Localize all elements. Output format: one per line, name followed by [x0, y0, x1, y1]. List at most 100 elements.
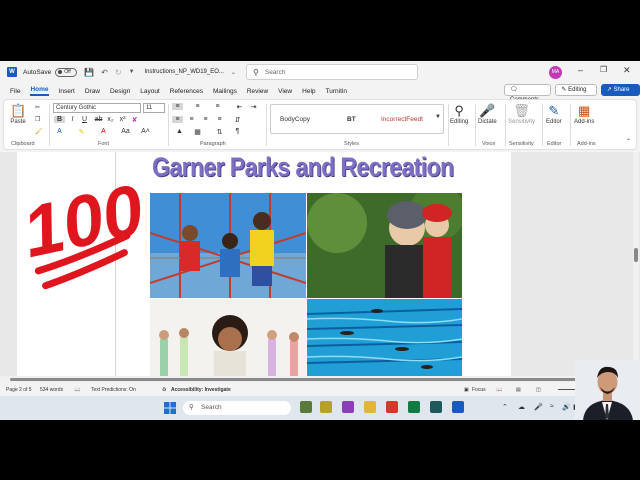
tab-layout[interactable]: Layout	[140, 88, 160, 95]
tab-insert[interactable]: Insert	[59, 88, 75, 95]
close-icon[interactable]: ✕	[623, 65, 631, 76]
wifi-icon[interactable]: ≈	[550, 403, 554, 410]
tab-draw[interactable]: Draw	[85, 88, 100, 95]
word-count[interactable]: 534 words	[40, 387, 63, 393]
read-mode-icon[interactable]: 📖	[496, 387, 502, 393]
tab-mailings[interactable]: Mailings	[213, 88, 237, 95]
web-layout-icon[interactable]: ◫	[536, 387, 541, 393]
word-taskbar-icon[interactable]	[452, 401, 464, 413]
line-spacing-button[interactable]: ⇵	[232, 116, 243, 124]
tab-help[interactable]: Help	[302, 88, 315, 95]
format-painter-icon[interactable]: 🖌	[35, 128, 43, 135]
minimize-icon[interactable]: –	[578, 65, 583, 75]
align-left-button[interactable]: ≡	[172, 116, 183, 123]
style-incorrectfeedt[interactable]: IncorrectFeedt	[381, 116, 423, 123]
bold-button[interactable]: B	[54, 116, 65, 123]
copy-icon[interactable]: ❐	[35, 116, 40, 123]
style-bt[interactable]: BT	[347, 116, 356, 123]
editor-button[interactable]: ✎ Editor	[546, 103, 562, 125]
document-page[interactable]: 100 Garner Parks and Recreation	[16, 152, 511, 376]
styles-scroll-icon[interactable]: ▼	[435, 114, 441, 120]
show-marks-icon[interactable]: ¶	[232, 128, 243, 135]
change-case-icon[interactable]: Aa	[120, 128, 131, 135]
justify-button[interactable]: ≡	[214, 116, 225, 123]
highlight-icon[interactable]: ✎	[76, 128, 87, 136]
redo-icon[interactable]: ↻	[115, 68, 122, 77]
file-explorer-icon[interactable]	[364, 401, 376, 413]
focus-button[interactable]: Focus	[472, 387, 486, 393]
style-bodycopy[interactable]: BodyCopy	[280, 116, 310, 123]
document-title[interactable]: Instructions_NP_WD19_EO...	[145, 69, 224, 75]
restore-icon[interactable]: ❐	[600, 65, 607, 74]
share-button[interactable]: ↗ Share ⌄	[600, 84, 640, 103]
tab-file[interactable]: File	[10, 88, 20, 95]
save-icon[interactable]: 💾	[84, 68, 94, 77]
paste-button[interactable]: 📋 Paste	[10, 103, 26, 125]
increase-indent-button[interactable]: ⇥	[248, 103, 259, 111]
subscript-button[interactable]: x₂	[105, 116, 116, 123]
windows-start-icon[interactable]	[164, 402, 176, 414]
sensitivity-button[interactable]: 🗑 Sensitivity	[508, 103, 535, 125]
numbering-button[interactable]: ≡	[192, 103, 203, 110]
taskbar-app-icon[interactable]	[320, 401, 332, 413]
comments-button[interactable]: 🗨 Comments	[504, 84, 552, 103]
print-layout-icon[interactable]: ▤	[516, 387, 521, 393]
volume-icon[interactable]: 🔊	[562, 403, 571, 411]
decrease-indent-button[interactable]: ⇤	[234, 103, 245, 111]
customize-qat-icon[interactable]: ▼	[129, 69, 135, 75]
shading-icon[interactable]: ▲	[174, 128, 185, 135]
editing-button[interactable]: ⚲ Editing	[450, 103, 468, 125]
multilevel-list-button[interactable]: ≡	[212, 103, 223, 110]
font-size-select[interactable]: 11	[143, 103, 165, 113]
dictate-button[interactable]: 🎤 Dictate	[478, 103, 497, 125]
tab-references[interactable]: References	[170, 88, 203, 95]
italic-button[interactable]: I	[67, 116, 78, 123]
chevron-down-icon[interactable]: ⌄	[231, 69, 236, 76]
cut-icon[interactable]: ✂	[35, 104, 40, 111]
tab-home[interactable]: Home	[30, 86, 49, 96]
taskbar-app-icon[interactable]	[300, 401, 312, 413]
word-window: W AutoSave Off 💾 ↶ ↻ ▼ Instructions_NP_W…	[0, 61, 640, 420]
align-center-button[interactable]: ≡	[186, 116, 197, 123]
collapse-ribbon-icon[interactable]: ⌃	[626, 138, 631, 145]
font-color-icon[interactable]: A	[98, 128, 109, 135]
tray-chevron-icon[interactable]: ⌃	[502, 403, 508, 411]
underline-button[interactable]: U	[79, 116, 90, 123]
tab-turnitin[interactable]: Turnitin	[326, 88, 347, 95]
addins-button[interactable]: ▦ Add-ins	[574, 103, 594, 125]
strikethrough-button[interactable]: ab	[93, 116, 104, 123]
accessibility-status[interactable]: Accessibility: Investigate	[171, 387, 231, 393]
tab-design[interactable]: Design	[110, 88, 130, 95]
page-count[interactable]: Page 2 of 5	[6, 387, 32, 393]
avatar[interactable]: MA	[549, 66, 562, 79]
tab-review[interactable]: Review	[247, 88, 268, 95]
text-predictions[interactable]: Text Predictions: On	[91, 387, 136, 393]
taskbar-app-icon[interactable]	[386, 401, 398, 413]
onedrive-icon[interactable]: ☁	[518, 403, 525, 411]
taskbar-app-icon[interactable]	[430, 401, 442, 413]
vertical-scroll-thumb[interactable]	[634, 248, 638, 262]
taskbar-app-icon[interactable]	[342, 401, 354, 413]
horizontal-scrollbar[interactable]	[0, 376, 640, 383]
align-right-button[interactable]: ≡	[200, 116, 211, 123]
grow-font-icon[interactable]: A˄	[140, 128, 151, 135]
sort-icon[interactable]: ⇅	[214, 128, 225, 136]
horizontal-scroll-thumb[interactable]	[10, 378, 603, 381]
undo-icon[interactable]: ↶	[101, 68, 108, 77]
editing-mode-button[interactable]: ✎ Editing ⌄	[555, 84, 597, 103]
borders-icon[interactable]: ▦	[192, 128, 203, 136]
photo-swimming	[307, 299, 462, 376]
search-box[interactable]: ⚲ Search	[246, 64, 418, 80]
font-name-select[interactable]: Century Gothic	[53, 103, 141, 113]
autosave-toggle[interactable]: Off	[55, 67, 78, 77]
proofing-icon[interactable]: 📖	[74, 387, 80, 393]
superscript-button[interactable]: x²	[117, 116, 128, 123]
excel-icon[interactable]	[408, 401, 420, 413]
bullets-button[interactable]: ≡	[172, 103, 183, 110]
microphone-tray-icon[interactable]: 🎤	[534, 403, 543, 411]
vertical-scrollbar[interactable]	[633, 152, 639, 376]
clear-formatting-icon[interactable]: ✘	[129, 116, 140, 124]
taskbar-search[interactable]: ⚲ Search	[183, 401, 291, 415]
text-effects-icon[interactable]: A	[54, 128, 65, 135]
tab-view[interactable]: View	[278, 88, 292, 95]
